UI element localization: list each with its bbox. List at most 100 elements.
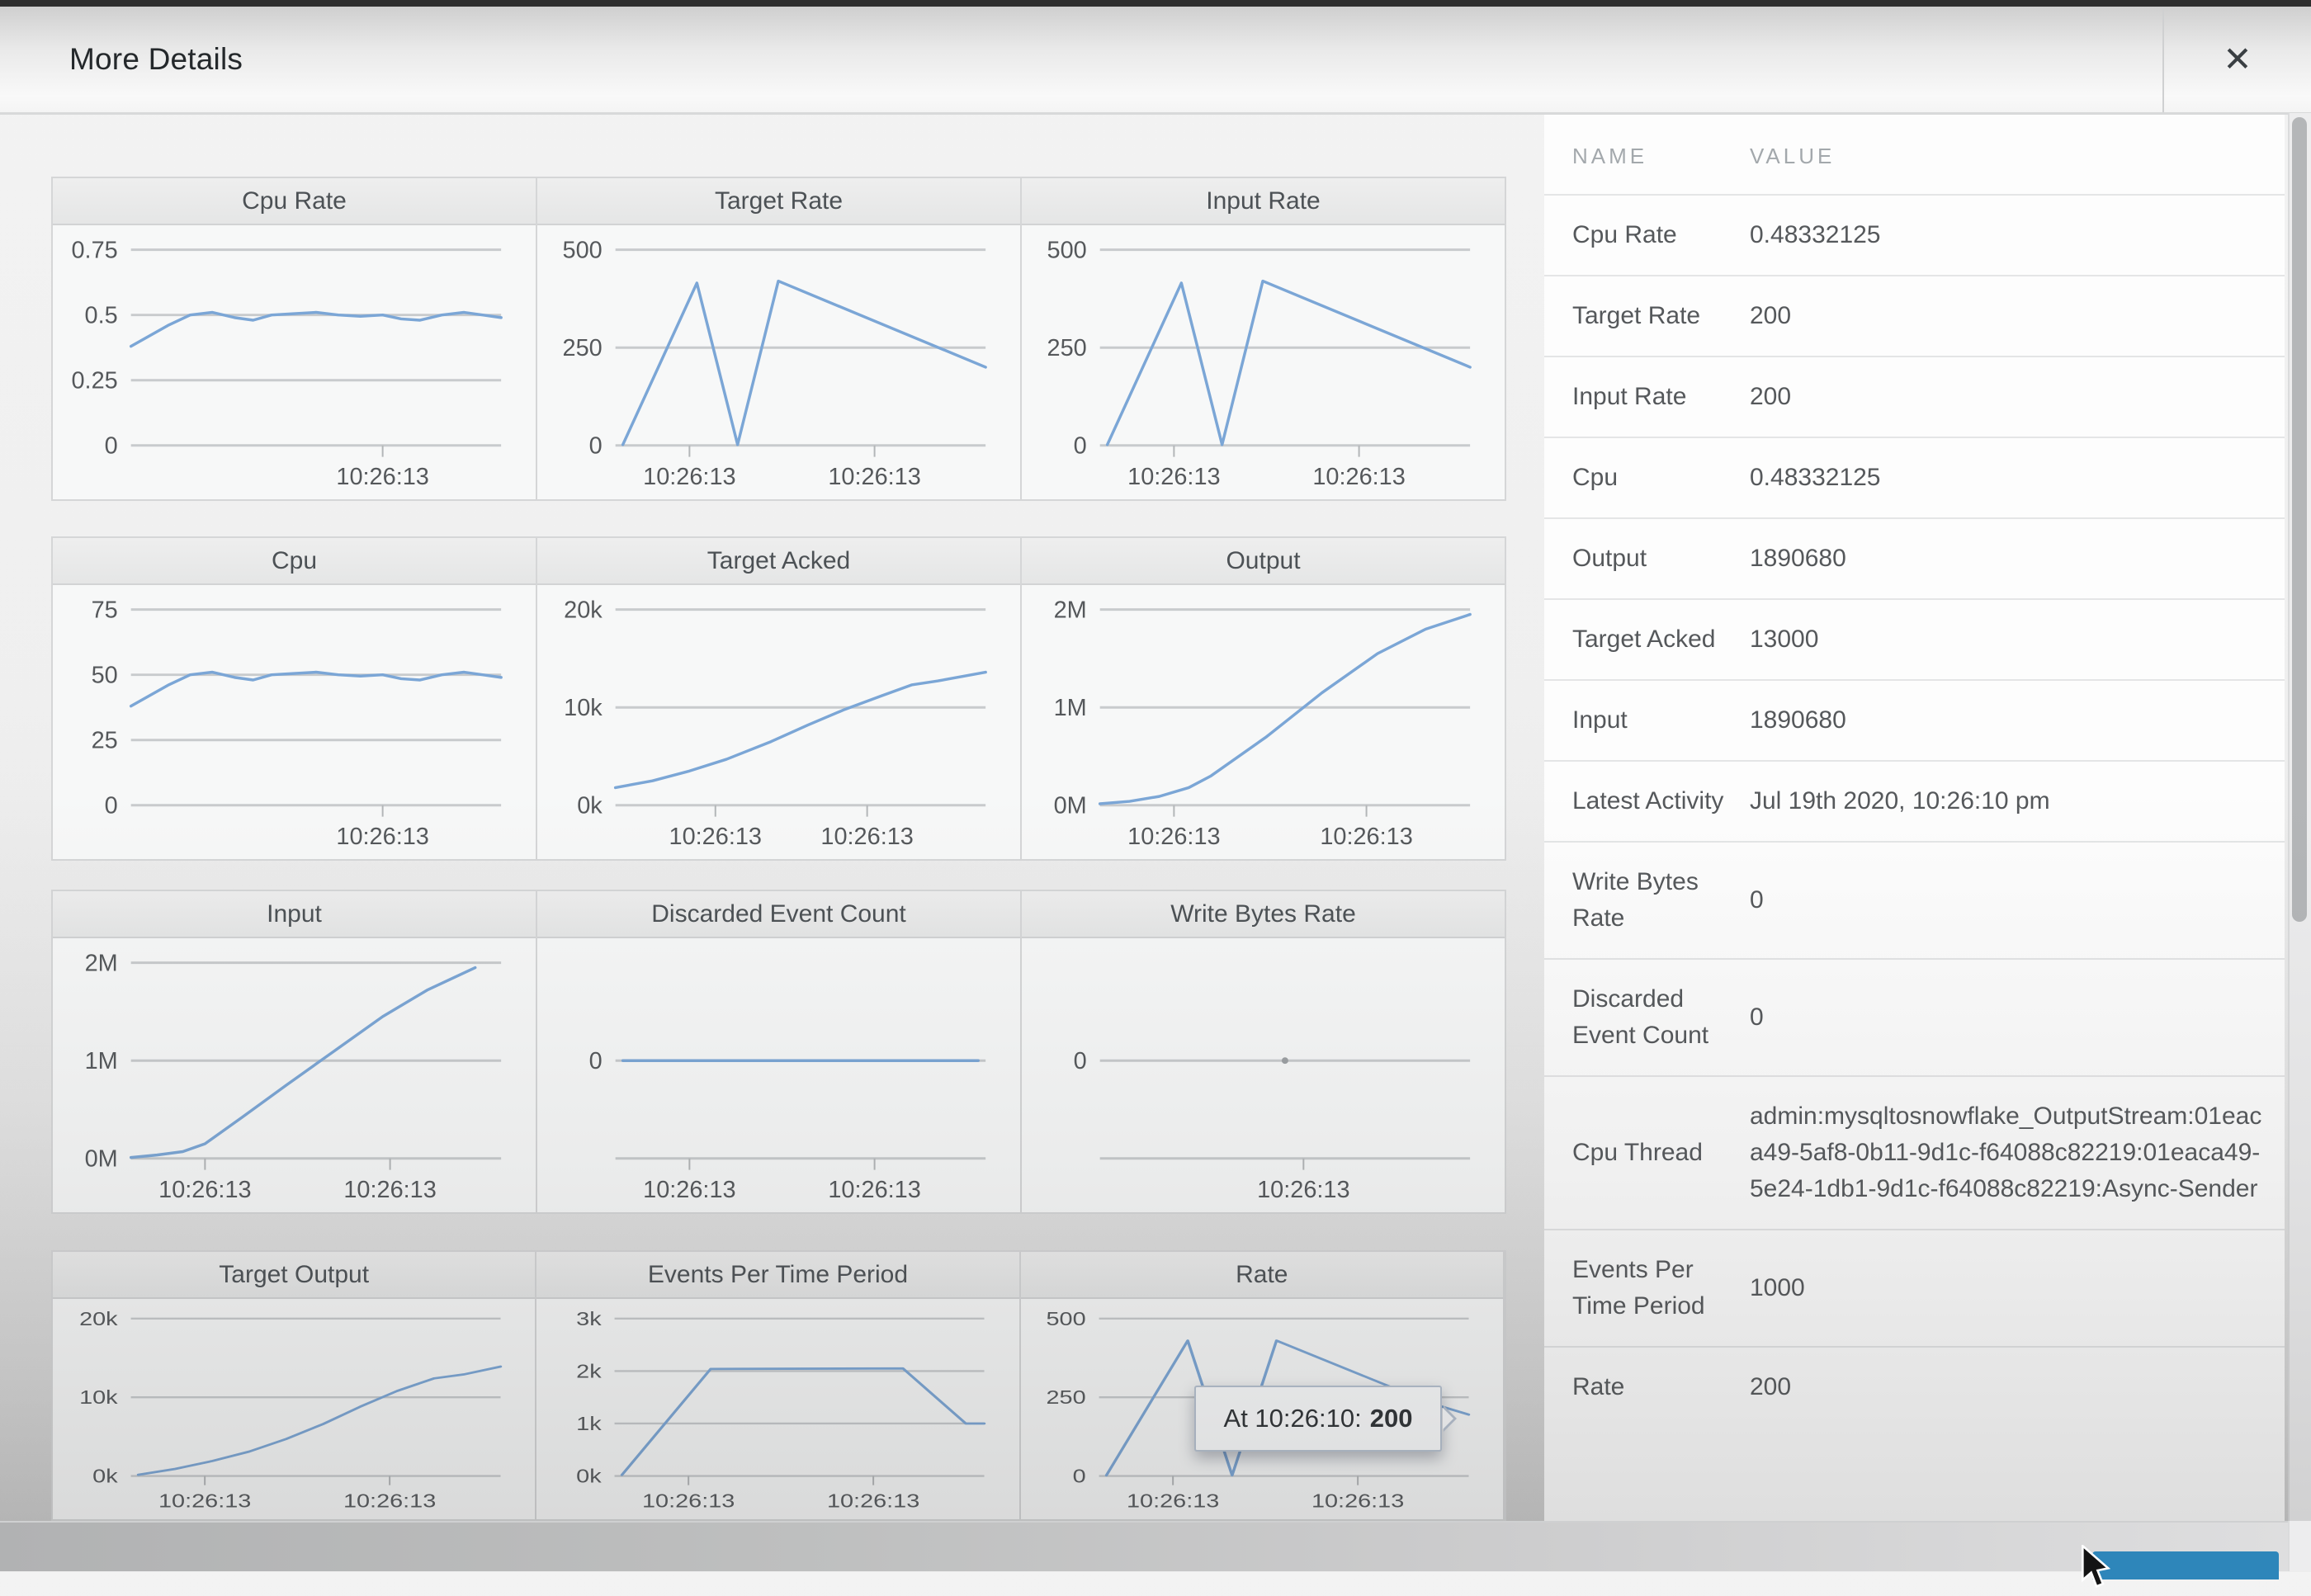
scrollbar-track[interactable] xyxy=(2288,113,2311,1571)
output-chart[interactable]: 2M1M0M10:26:1310:26:13 xyxy=(1022,585,1505,859)
svg-text:10k: 10k xyxy=(564,695,603,721)
table-row-cpu-rate: Cpu Rate 0.48332125 xyxy=(1544,194,2285,275)
svg-text:0k: 0k xyxy=(576,1465,603,1486)
window-top-strip xyxy=(0,0,2311,7)
row-value: 0 xyxy=(1750,999,2285,1036)
events-per-time-period-chart[interactable]: 3k2k1k0k10:26:1310:26:13 xyxy=(536,1299,1018,1519)
svg-text:0: 0 xyxy=(105,793,118,819)
svg-text:20k: 20k xyxy=(564,597,603,624)
row-name: Output xyxy=(1572,541,1750,577)
chart-title: Cpu Rate xyxy=(242,187,347,215)
svg-text:10:26:13: 10:26:13 xyxy=(1311,1490,1404,1512)
name-column-header: NAME xyxy=(1572,138,1750,174)
input-chart[interactable]: 2M1M0M10:26:1310:26:13 xyxy=(53,938,536,1212)
cpu-chart[interactable]: 755025010:26:13 xyxy=(53,585,536,859)
close-button[interactable]: ✕ xyxy=(2162,7,2311,112)
chart-title: Cpu xyxy=(272,547,317,575)
chart-title: Events Per Time Period xyxy=(648,1261,908,1289)
svg-text:10:26:13: 10:26:13 xyxy=(828,1177,920,1203)
chart-title: Discarded Event Count xyxy=(651,900,906,928)
svg-text:10:26:13: 10:26:13 xyxy=(1127,464,1220,490)
svg-text:0: 0 xyxy=(105,433,118,460)
row-name: Target Rate xyxy=(1572,298,1750,334)
svg-text:3k: 3k xyxy=(576,1308,603,1329)
close-icon: ✕ xyxy=(2223,42,2252,77)
svg-text:2M: 2M xyxy=(1054,597,1087,624)
chart-tooltip: At 10:26:10: 200 xyxy=(1194,1386,1442,1452)
svg-text:500: 500 xyxy=(1047,238,1087,264)
chart-title: Target Rate xyxy=(715,187,843,215)
cpu-rate-chart[interactable]: 0.750.50.25010:26:13 xyxy=(53,225,536,499)
chart-panel-target-acked: Target Acked 20k10k0k10:26:1310:26:13 xyxy=(537,538,1022,859)
row-value: 1890680 xyxy=(1750,702,2285,739)
target-acked-chart[interactable]: 20k10k0k10:26:1310:26:13 xyxy=(537,585,1020,859)
row-value: 0 xyxy=(1750,882,2285,918)
svg-text:1k: 1k xyxy=(576,1413,603,1434)
svg-text:1M: 1M xyxy=(1054,695,1087,721)
svg-text:0k: 0k xyxy=(92,1465,119,1486)
svg-text:10:26:13: 10:26:13 xyxy=(1320,824,1412,850)
chart-header: Rate xyxy=(1021,1252,1503,1299)
row-value: 0.48332125 xyxy=(1750,460,2285,496)
table-row-write-bytes-rate: Write Bytes Rate 0 xyxy=(1544,841,2285,958)
chart-title: Input Rate xyxy=(1206,187,1320,215)
chart-panel-input-rate: Input Rate 500250010:26:1310:26:13 xyxy=(1022,178,1505,499)
table-header-row: NAME VALUE xyxy=(1544,113,2285,194)
chart-header: Target Output xyxy=(53,1252,535,1299)
chart-header: Target Acked xyxy=(537,538,1020,585)
svg-text:10:26:13: 10:26:13 xyxy=(343,1177,436,1203)
chart-row-1: Cpu Rate 0.750.50.25010:26:13 Target Rat… xyxy=(51,177,1506,501)
svg-text:10:26:13: 10:26:13 xyxy=(669,824,762,850)
svg-text:10:26:13: 10:26:13 xyxy=(1127,1490,1219,1512)
svg-text:10:26:13: 10:26:13 xyxy=(827,1490,919,1512)
svg-text:0: 0 xyxy=(1074,433,1087,460)
chart-title: Write Bytes Rate xyxy=(1170,900,1356,928)
details-table: NAME VALUE Cpu Rate 0.48332125 Target Ra… xyxy=(1544,113,2285,1521)
input-rate-chart[interactable]: 500250010:26:1310:26:13 xyxy=(1022,225,1505,499)
row-value: 0.48332125 xyxy=(1750,217,2285,253)
svg-text:0.5: 0.5 xyxy=(85,303,118,329)
svg-text:10:26:13: 10:26:13 xyxy=(643,464,735,490)
chart-row-4: Target Output 20k10k0k10:26:1310:26:13 E… xyxy=(51,1250,1506,1521)
row-name: Cpu Thread xyxy=(1572,1135,1750,1171)
chart-header: Cpu xyxy=(53,538,536,585)
row-value: 200 xyxy=(1750,379,2285,415)
row-name: Events Per Time Period xyxy=(1572,1252,1750,1324)
svg-text:0: 0 xyxy=(1072,1465,1085,1486)
svg-text:10:26:13: 10:26:13 xyxy=(643,1177,735,1203)
modal-title: More Details xyxy=(69,7,243,112)
chart-panel-cpu-rate: Cpu Rate 0.750.50.25010:26:13 xyxy=(53,178,537,499)
chart-panel-input: Input 2M1M0M10:26:1310:26:13 xyxy=(53,891,537,1212)
table-row-events-per-time-period: Events Per Time Period 1000 xyxy=(1544,1229,2285,1346)
table-row-latest-activity: Latest Activity Jul 19th 2020, 10:26:10 … xyxy=(1544,760,2285,841)
svg-text:0k: 0k xyxy=(577,793,603,819)
chart-header: Input Rate xyxy=(1022,178,1505,225)
row-value: 200 xyxy=(1750,1369,2285,1405)
row-name: Cpu Rate xyxy=(1572,217,1750,253)
svg-text:0M: 0M xyxy=(85,1146,118,1173)
chart-row-3: Input 2M1M0M10:26:1310:26:13 Discarded E… xyxy=(51,890,1506,1214)
chart-panel-discarded-event-count: Discarded Event Count 010:26:1310:26:13 xyxy=(537,891,1022,1212)
discarded-event-count-chart[interactable]: 010:26:1310:26:13 xyxy=(537,938,1020,1212)
tooltip-label: At 10:26:10: xyxy=(1224,1404,1362,1433)
table-row-cpu-thread: Cpu Thread admin:mysqltosnowflake_Output… xyxy=(1544,1075,2285,1229)
row-name: Cpu xyxy=(1572,460,1750,496)
svg-text:250: 250 xyxy=(1046,1386,1085,1408)
scrollbar-thumb[interactable] xyxy=(2292,117,2307,922)
tooltip-value: 200 xyxy=(1370,1404,1413,1433)
target-rate-chart[interactable]: 500250010:26:1310:26:13 xyxy=(537,225,1020,499)
target-output-chart[interactable]: 20k10k0k10:26:1310:26:13 xyxy=(53,1299,535,1519)
write-bytes-rate-chart[interactable]: 010:26:13 xyxy=(1022,938,1505,1212)
row-value: 13000 xyxy=(1750,621,2285,658)
svg-text:10:26:13: 10:26:13 xyxy=(336,464,428,490)
svg-text:10:26:13: 10:26:13 xyxy=(343,1490,436,1512)
svg-text:10:26:13: 10:26:13 xyxy=(1127,824,1220,850)
chart-panel-write-bytes-rate: Write Bytes Rate 010:26:13 xyxy=(1022,891,1505,1212)
row-value: 1890680 xyxy=(1750,541,2285,577)
footer-action-button[interactable] xyxy=(2092,1551,2279,1579)
svg-text:10:26:13: 10:26:13 xyxy=(1312,464,1405,490)
svg-text:500: 500 xyxy=(563,238,603,264)
svg-text:1M: 1M xyxy=(85,1048,118,1074)
chart-header: Output xyxy=(1022,538,1505,585)
svg-text:10:26:13: 10:26:13 xyxy=(828,464,920,490)
